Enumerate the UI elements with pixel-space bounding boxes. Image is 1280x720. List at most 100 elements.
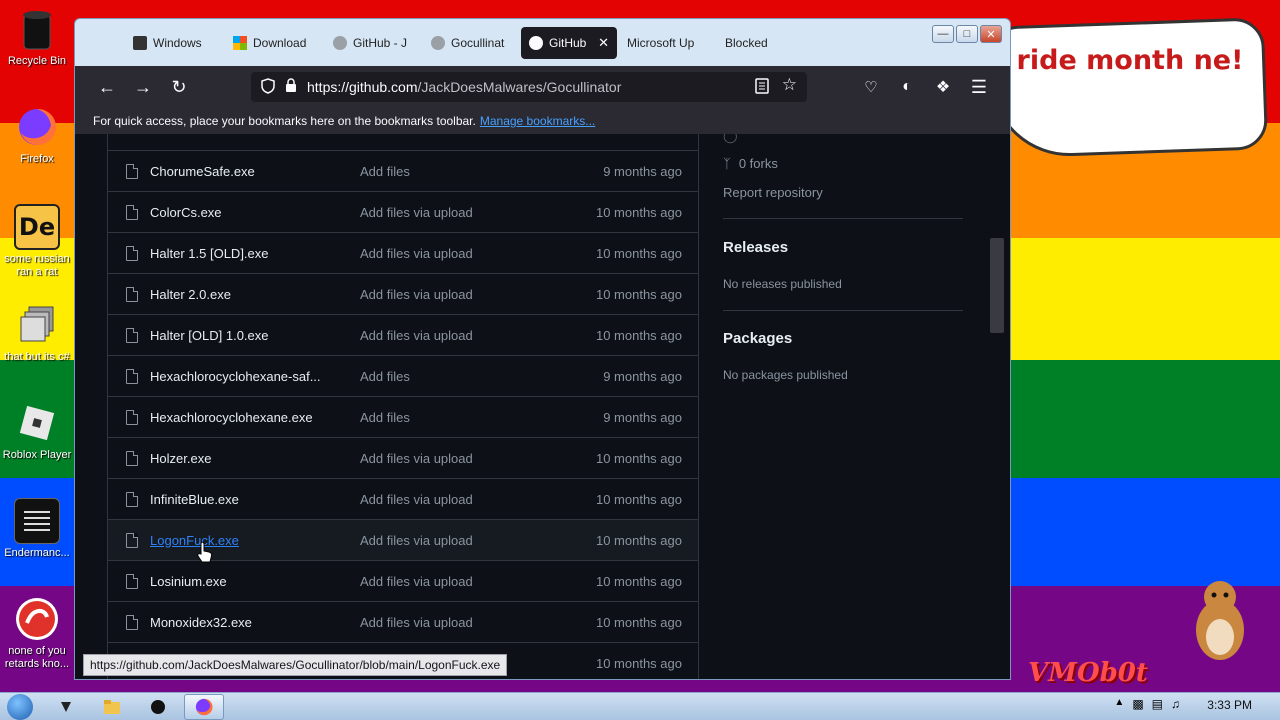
releases-heading[interactable]: Releases xyxy=(723,239,788,256)
tab-label: Windows xyxy=(153,36,202,50)
file-name-link[interactable]: Holzer.exe xyxy=(150,451,330,466)
taskbar: ▲ ▩ ▤ ♫ 3:33 PM xyxy=(0,692,1280,720)
commit-message-link[interactable]: Add files via upload xyxy=(360,328,473,343)
taskbar-app-1[interactable] xyxy=(46,694,86,720)
commit-message-link[interactable]: Add files xyxy=(360,369,410,384)
file-icon xyxy=(126,573,138,589)
commit-message-link[interactable]: Add files via upload xyxy=(360,287,473,302)
commit-message-link[interactable]: Add files via upload xyxy=(360,492,473,507)
commit-message-link[interactable]: Add files via upload xyxy=(360,451,473,466)
file-name-link[interactable]: InfiniteBlue.exe xyxy=(150,492,330,507)
file-name-link[interactable]: Halter 1.5 [OLD].exe xyxy=(150,246,330,261)
tab-microsoft-update[interactable]: Microsoft Up xyxy=(619,27,715,59)
minimize-button[interactable]: — xyxy=(932,25,954,43)
shield-icon[interactable] xyxy=(261,77,275,97)
taskbar-firefox[interactable] xyxy=(184,693,224,720)
system-tray: ▲ ▩ ▤ ♫ xyxy=(1114,697,1180,711)
url-bar[interactable]: https://github.com/JackDoesMalwares/Gocu… xyxy=(251,72,807,102)
forks-count[interactable]: ᛉ 0 forks xyxy=(723,156,778,171)
table-row[interactable]: Losinium.exe Add files via upload 10 month… xyxy=(108,560,698,601)
close-window-button[interactable]: ✕ xyxy=(980,25,1002,43)
tray-expand-icon[interactable]: ▲ xyxy=(1114,697,1124,711)
tab-github-active[interactable]: GitHub ✕ xyxy=(521,27,617,59)
table-row[interactable]: Halter 2.0.exe Add files via upload 10 mon… xyxy=(108,273,698,314)
desktop-icon-de-app[interactable]: De some russian ran a rat xyxy=(0,204,74,279)
table-row[interactable]: Holzer.exe Add files via upload 10 months … xyxy=(108,437,698,478)
bookmark-star-icon[interactable]: ☆ xyxy=(782,75,797,95)
file-name-link[interactable]: Halter [OLD] 1.0.exe xyxy=(150,328,330,343)
tab-gocullinator[interactable]: Gocullinat xyxy=(423,27,519,59)
tab-windows[interactable]: Windows xyxy=(125,27,223,59)
table-row[interactable]: ColorCs.exe Add files via upload 10 months… xyxy=(108,191,698,232)
close-tab-icon[interactable]: ✕ xyxy=(598,35,609,51)
tab-blocked[interactable]: Blocked xyxy=(717,27,797,59)
taskbar-explorer[interactable] xyxy=(92,694,132,720)
forward-icon[interactable]: → xyxy=(125,69,161,105)
speech-bubble-text: ride month ne! xyxy=(1016,45,1244,76)
taskbar-app-3[interactable] xyxy=(138,694,178,720)
file-name-link[interactable]: Monoxidex32.exe xyxy=(150,615,330,630)
start-button[interactable] xyxy=(0,693,40,720)
desktop-icon-red-app[interactable]: none of you retards kno... xyxy=(0,596,74,671)
reader-view-icon[interactable] xyxy=(755,78,769,97)
table-row[interactable]: Hexachlorocyclohexane-saf... Add files 9 m… xyxy=(108,355,698,396)
tab-download[interactable]: Download xyxy=(225,27,323,59)
desktop-icon-terminal[interactable]: Endermanc... xyxy=(0,498,74,560)
commit-message-link[interactable]: Add files via upload xyxy=(360,533,473,548)
tab-label: GitHub - J xyxy=(353,36,408,50)
desktop-icon-roblox[interactable]: Roblox Player xyxy=(0,400,74,462)
back-icon[interactable]: ← xyxy=(89,69,125,105)
page-scrollbar[interactable] xyxy=(990,138,1004,678)
desktop-icon-recycle-bin[interactable]: Recycle Bin xyxy=(0,6,74,68)
tab-github-j[interactable]: GitHub - J xyxy=(325,27,421,59)
table-row[interactable]: Hexachlorocyclohexane.exe Add files 9 mont… xyxy=(108,396,698,437)
github-page: ChorumeSafe.exe Add files 9 months ago Colo… xyxy=(75,134,1010,679)
volume-icon[interactable]: ♫ xyxy=(1171,697,1180,711)
desktop-icon-firefox[interactable]: Firefox xyxy=(0,104,74,166)
scrollbar-thumb[interactable] xyxy=(990,238,1004,333)
maximize-button[interactable]: □ xyxy=(956,25,978,43)
commit-message-link[interactable]: Add files xyxy=(360,164,410,179)
lock-icon[interactable] xyxy=(285,78,297,96)
desktop-icon-label: none of you retards kno... xyxy=(4,645,70,670)
file-name-link[interactable]: ColorCs.exe xyxy=(150,205,330,220)
account-icon[interactable]: ◐ xyxy=(889,69,925,105)
manage-bookmarks-link[interactable]: Manage bookmarks... xyxy=(480,114,595,128)
file-icon xyxy=(126,204,138,220)
report-repository-link[interactable]: Report repository xyxy=(723,185,823,200)
taskbar-clock[interactable]: 3:33 PM xyxy=(1207,698,1252,712)
desktop-icon-label: Roblox Player xyxy=(2,449,72,461)
table-row[interactable]: InfiniteBlue.exe Add files via upload 10 m… xyxy=(108,478,698,519)
commit-age: 10 months ago xyxy=(595,614,682,630)
pocket-icon[interactable]: ♡ xyxy=(853,69,889,105)
file-name-link[interactable]: ChorumeSafe.exe xyxy=(150,164,330,179)
table-row[interactable]: Halter 1.5 [OLD].exe Add files via upload… xyxy=(108,232,698,273)
hamster-image xyxy=(1196,581,1244,660)
commit-message-link[interactable]: Add files via upload xyxy=(360,615,473,630)
packages-heading[interactable]: Packages xyxy=(723,330,792,347)
tab-label: Blocked xyxy=(725,36,768,50)
file-name-link[interactable]: Halter 2.0.exe xyxy=(150,287,330,302)
table-row[interactable]: Halter [OLD] 1.0.exe Add files via upload… xyxy=(108,314,698,355)
table-row[interactable]: Monoxidex32.exe Add files via upload 10 mo… xyxy=(108,601,698,642)
file-name-link[interactable]: LogonFuck.exe xyxy=(150,533,330,548)
file-name-link[interactable]: Losinium.exe xyxy=(150,574,330,589)
reload-icon[interactable]: ↻ xyxy=(161,69,197,105)
commit-message-link[interactable]: Add files xyxy=(360,410,410,425)
extensions-icon[interactable]: ❖ xyxy=(925,69,961,105)
commit-message-link[interactable]: Add files via upload xyxy=(360,574,473,589)
table-row[interactable]: ChorumeSafe.exe Add files 9 months ago xyxy=(108,150,698,191)
commit-message-link[interactable]: Add files via upload xyxy=(360,205,473,220)
firefox-icon xyxy=(14,104,60,150)
monitor-icon[interactable]: ▤ xyxy=(1152,697,1163,711)
desktop-icon-stack[interactable]: that but its c# xyxy=(0,302,74,364)
commit-message-link[interactable]: Add files via upload xyxy=(360,246,473,261)
tab-label: GitHub xyxy=(549,36,587,50)
file-name-link[interactable]: Hexachlorocyclohexane.exe xyxy=(150,410,330,425)
network-icon[interactable]: ▩ xyxy=(1132,697,1143,711)
file-icon xyxy=(126,163,138,179)
menu-icon[interactable]: ☰ xyxy=(961,69,997,105)
github-icon xyxy=(431,36,445,50)
desktop-icon-label: Recycle Bin xyxy=(7,55,67,67)
file-name-link[interactable]: Hexachlorocyclohexane-saf... xyxy=(150,369,330,384)
